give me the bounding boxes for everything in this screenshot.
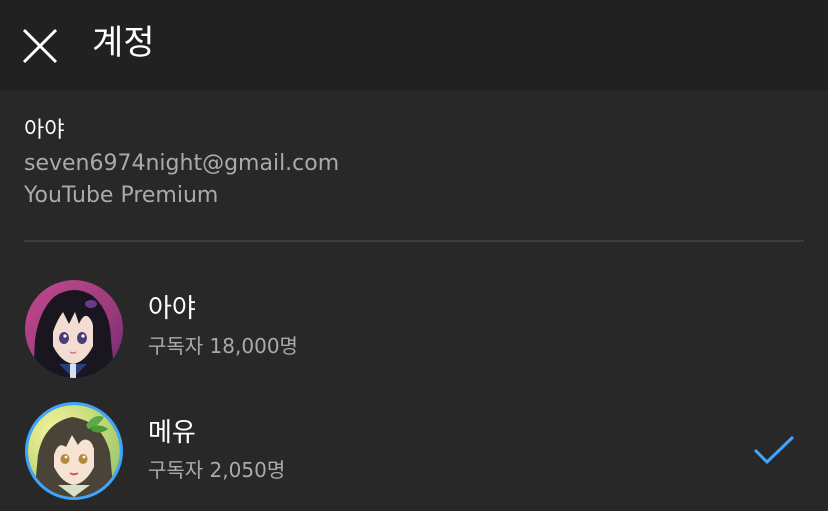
- top-app-bar: 계정: [0, 0, 828, 90]
- channel-avatar: [25, 402, 123, 500]
- channel-subscribers: 구독자 18,000명: [148, 334, 298, 358]
- avatar-anime-girl-dark-hair-icon: [25, 280, 123, 378]
- account-info: 아야 seven6974night@gmail.com YouTube Prem…: [24, 114, 339, 212]
- close-icon: [22, 28, 58, 64]
- avatar-anime-girl-leaf-icon: [28, 405, 120, 497]
- close-button[interactable]: [14, 20, 66, 72]
- channel-item-meyu[interactable]: 메유 구독자 2,050명: [0, 392, 828, 511]
- account-name: 아야: [24, 118, 65, 143]
- checkmark-icon: [753, 435, 795, 465]
- divider: [24, 240, 804, 242]
- channel-name: 아야: [148, 294, 196, 324]
- channel-subscribers: 구독자 2,050명: [148, 458, 286, 482]
- page-title: 계정: [92, 23, 155, 63]
- account-email: seven6974night@gmail.com: [24, 151, 340, 176]
- channel-item-aya[interactable]: 아야 구독자 18,000명: [0, 268, 828, 388]
- account-membership: YouTube Premium: [24, 183, 219, 208]
- channel-name: 메유: [148, 418, 196, 448]
- channel-avatar: [25, 280, 123, 378]
